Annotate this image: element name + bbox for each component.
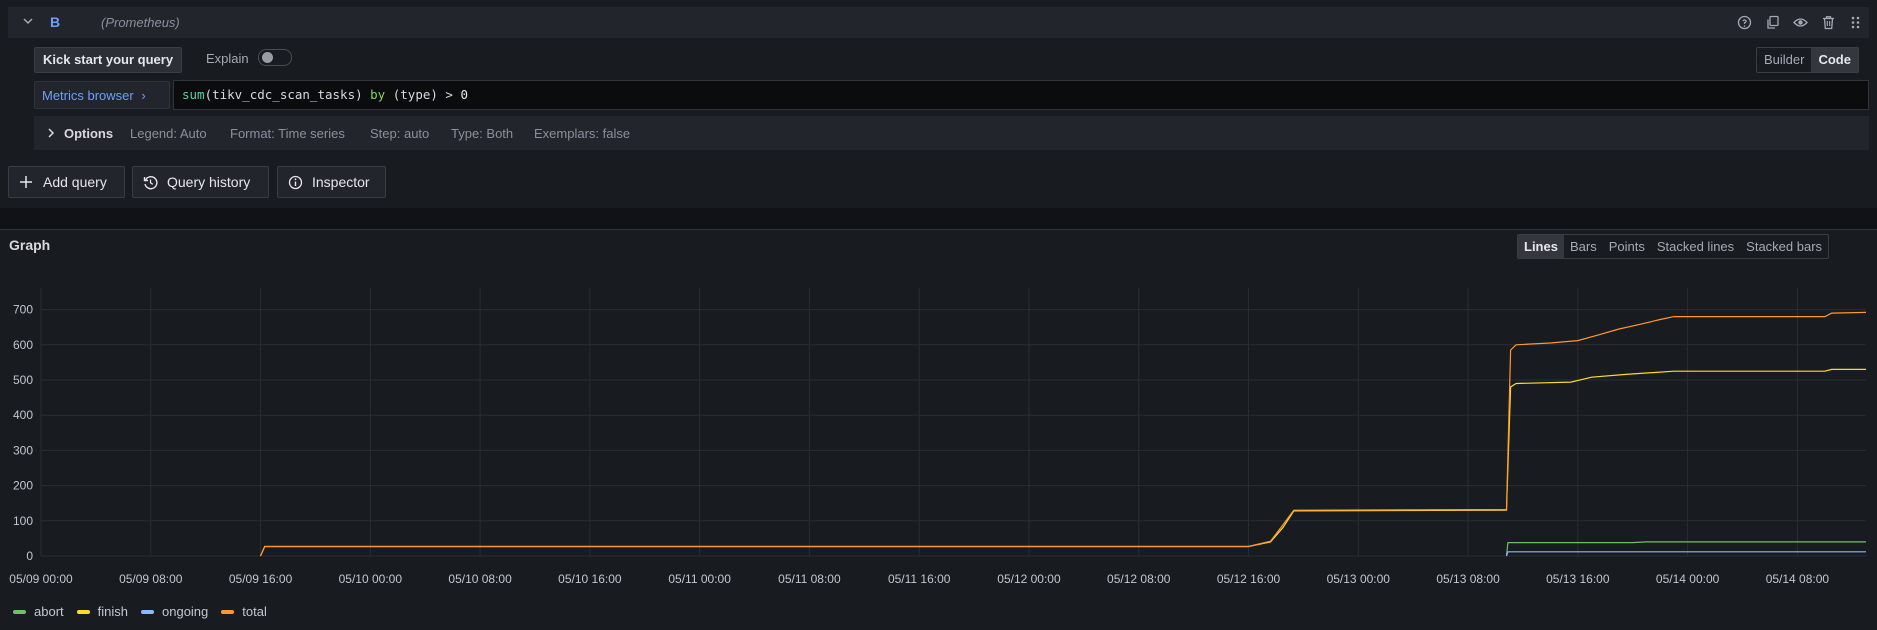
options-title: Options xyxy=(64,126,114,141)
add-query-button[interactable]: Add query xyxy=(8,166,125,198)
explain-label: Explain xyxy=(206,51,249,66)
series-line-abort xyxy=(1505,541,1866,557)
viz-stacked-bars-button[interactable]: Stacked bars xyxy=(1740,235,1828,258)
query-expression-input[interactable]: sum(tikv_cdc_scan_tasks) by (type) > 0 xyxy=(173,80,1869,110)
metrics-browser-button[interactable]: Metrics browser › xyxy=(34,81,170,109)
viz-lines-button[interactable]: Lines xyxy=(1518,235,1564,258)
time-series-chart[interactable]: 0 100 200 300 400 500 600 700 05/09 00:00 05/09 0… xyxy=(0,270,1877,600)
query-history-label: Query history xyxy=(167,174,251,190)
x-tick-label: 05/12 00:00 xyxy=(997,572,1061,586)
graph-title: Graph xyxy=(9,237,51,253)
query-options-row[interactable]: Options Legend: Auto Format: Time series… xyxy=(34,116,1869,150)
legend-label: abort xyxy=(34,604,64,619)
x-tick-label: 05/13 00:00 xyxy=(1327,572,1391,586)
legend-item-total[interactable]: total xyxy=(221,604,267,619)
eye-icon[interactable] xyxy=(1793,15,1808,30)
legend-item-ongoing[interactable]: ongoing xyxy=(141,604,208,619)
x-tick-label: 05/11 08:00 xyxy=(778,572,841,586)
datasource-name: (Prometheus) xyxy=(101,15,180,30)
x-tick-label: 05/11 00:00 xyxy=(668,572,731,586)
viz-stacked-lines-button[interactable]: Stacked lines xyxy=(1651,235,1740,258)
series-line-ongoing xyxy=(1505,551,1866,557)
expr-operator: > xyxy=(437,87,461,102)
x-tick-label: 05/14 08:00 xyxy=(1766,572,1830,586)
duplicate-icon[interactable] xyxy=(1765,15,1780,30)
viz-bars-button[interactable]: Bars xyxy=(1564,235,1603,258)
options-step: Step: auto xyxy=(370,126,430,141)
options-format: Format: Time series xyxy=(230,126,345,141)
code-mode-button[interactable]: Code xyxy=(1811,48,1858,72)
chart-legend: abort finish ongoing total xyxy=(13,604,267,619)
y-tick-label: 700 xyxy=(13,303,33,317)
help-icon[interactable] xyxy=(1737,15,1752,30)
query-history-button[interactable]: Query history xyxy=(132,166,269,198)
legend-label: total xyxy=(242,604,267,619)
expr-by-keyword: by xyxy=(370,87,386,102)
x-tick-label: 05/10 16:00 xyxy=(558,572,622,586)
options-exemplars: Exemplars: false xyxy=(534,126,631,141)
expr-group: (type) xyxy=(392,87,438,102)
editor-mode-switch: Builder Code xyxy=(1756,47,1859,73)
drag-handle-icon[interactable] xyxy=(1848,15,1863,30)
builder-mode-button[interactable]: Builder xyxy=(1757,48,1811,72)
legend-item-finish[interactable]: finish xyxy=(76,604,128,619)
series-line-finish xyxy=(259,368,1866,557)
y-tick-label: 500 xyxy=(13,373,33,387)
query-editor: B (Prometheus) Kick start your query Exp… xyxy=(0,0,1877,208)
info-icon xyxy=(288,175,303,190)
x-tick-label: 05/13 16:00 xyxy=(1546,572,1610,586)
query-ref-id[interactable]: B xyxy=(50,14,60,30)
inspector-button[interactable]: Inspector xyxy=(277,166,386,198)
explain-toggle[interactable] xyxy=(258,49,292,66)
chevron-right-icon: › xyxy=(141,88,146,103)
trash-icon[interactable] xyxy=(1821,15,1836,30)
x-tick-label: 05/09 08:00 xyxy=(119,572,183,586)
chevron-down-icon[interactable] xyxy=(22,15,34,27)
x-tick-label: 05/10 00:00 xyxy=(339,572,403,586)
toggle-knob xyxy=(262,52,273,63)
graph-panel: Graph Lines Bars Points Stacked lines St… xyxy=(0,229,1877,630)
expr-metric: (tikv_cdc_scan_tasks) xyxy=(204,87,363,102)
x-tick-label: 05/13 08:00 xyxy=(1436,572,1500,586)
legend-item-abort[interactable]: abort xyxy=(13,604,64,619)
y-tick-label: 200 xyxy=(13,479,33,493)
expr-number: 0 xyxy=(460,87,469,102)
x-tick-label: 05/12 08:00 xyxy=(1107,572,1171,586)
visualization-switch: Lines Bars Points Stacked lines Stacked … xyxy=(1517,234,1830,259)
kick-start-query-button[interactable]: Kick start your query xyxy=(34,47,183,73)
legend-swatch xyxy=(76,609,90,614)
legend-swatch xyxy=(221,609,235,614)
x-tick-label: 05/14 00:00 xyxy=(1656,572,1720,586)
y-tick-label: 400 xyxy=(13,408,33,422)
x-tick-label: 05/12 16:00 xyxy=(1217,572,1281,586)
legend-label: finish xyxy=(97,604,128,619)
y-tick-label: 300 xyxy=(13,443,33,457)
options-type: Type: Both xyxy=(451,126,514,141)
x-tick-label: 05/10 08:00 xyxy=(448,572,512,586)
metrics-browser-label: Metrics browser xyxy=(42,88,134,103)
series-line-total xyxy=(259,311,1867,557)
chevron-right-icon xyxy=(48,128,55,138)
y-tick-label: 600 xyxy=(13,338,33,352)
expr-function: sum xyxy=(182,87,205,102)
options-legend: Legend: Auto xyxy=(130,126,207,141)
legend-swatch xyxy=(13,609,26,614)
y-tick-label: 100 xyxy=(13,514,33,528)
y-tick-label: 0 xyxy=(26,549,33,563)
query-row-header: B (Prometheus) xyxy=(8,7,1869,38)
x-tick-label: 05/11 16:00 xyxy=(888,572,951,586)
add-query-label: Add query xyxy=(43,174,107,190)
inspector-label: Inspector xyxy=(312,174,370,190)
plus-icon xyxy=(20,176,32,188)
x-tick-label: 05/09 16:00 xyxy=(229,572,293,586)
viz-points-button[interactable]: Points xyxy=(1603,235,1651,258)
legend-swatch xyxy=(141,609,154,614)
x-tick-label: 05/09 00:00 xyxy=(9,572,73,586)
history-icon xyxy=(143,176,158,190)
legend-label: ongoing xyxy=(162,604,209,619)
